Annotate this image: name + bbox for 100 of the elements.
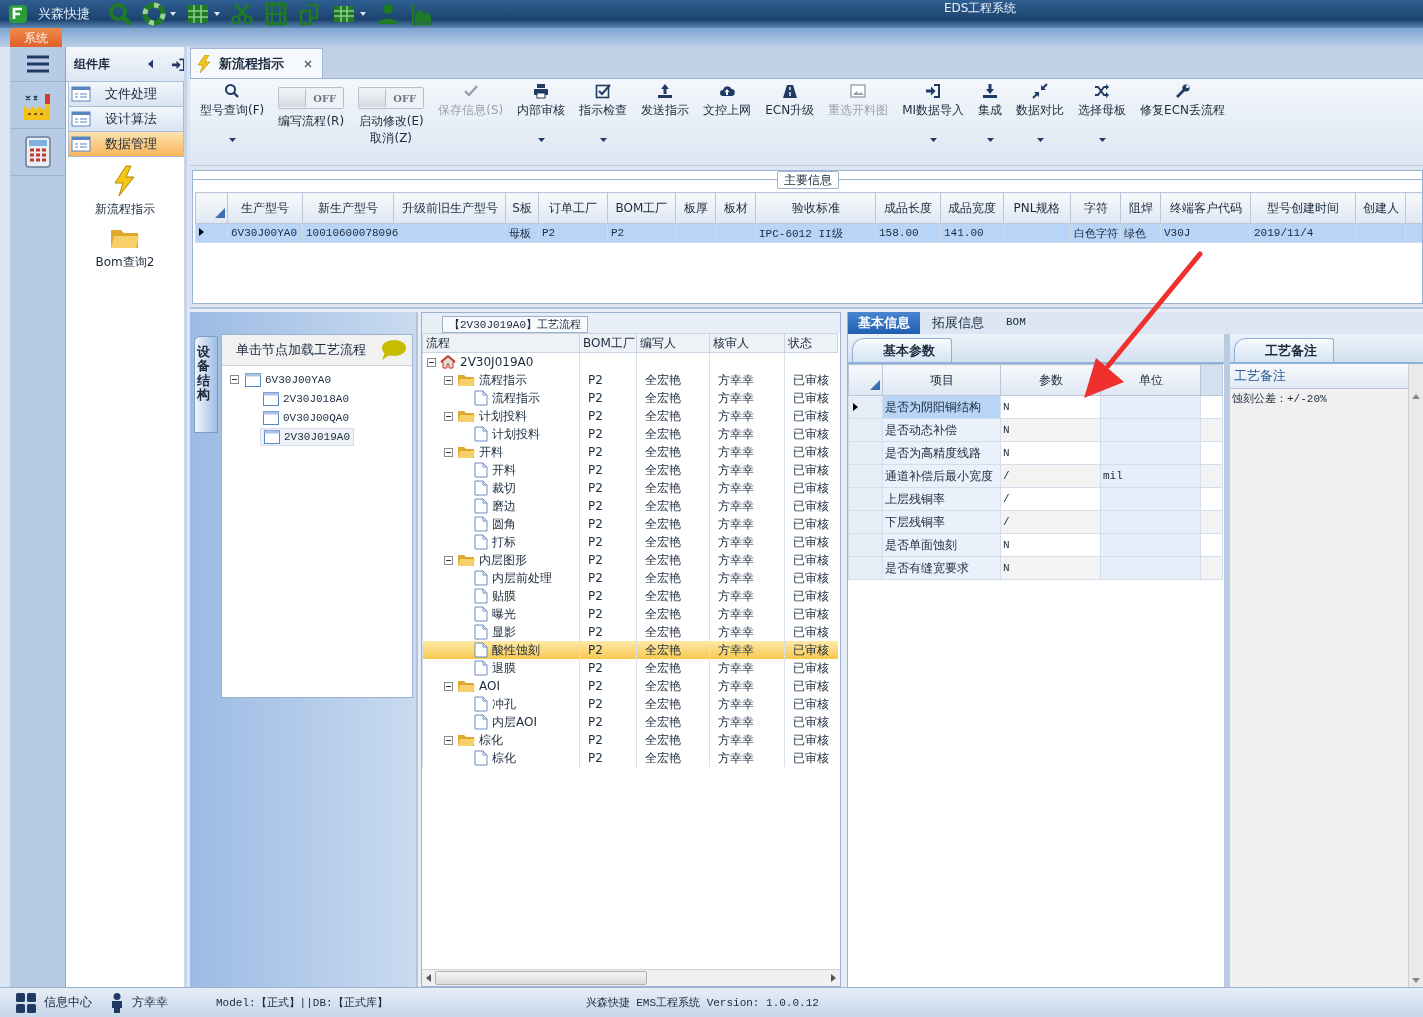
column-header[interactable]: 工艺备注 — [1230, 364, 1408, 389]
tree-node[interactable]: 0V30J00QA0 — [260, 409, 352, 426]
column-header[interactable]: 成品长度 — [875, 192, 941, 224]
dropdown-caret-icon[interactable] — [1036, 138, 1044, 142]
table-cell[interactable]: 上层残铜率 — [882, 487, 1001, 511]
launcher-label[interactable]: 新流程指示 — [95, 201, 155, 218]
ribbon-button[interactable]: 数据对比 — [1010, 83, 1071, 145]
lifebuoy-icon[interactable] — [142, 2, 166, 26]
column-header[interactable]: 流程 — [422, 333, 580, 353]
column-header[interactable]: 字符 — [1070, 192, 1121, 224]
library-group[interactable]: 数据管理 — [68, 132, 184, 157]
scroll-down-icon[interactable] — [1412, 978, 1420, 983]
launcher-label[interactable]: Bom查询2 — [95, 254, 155, 271]
ribbon-button[interactable]: 文控上网 — [697, 83, 758, 145]
column-header[interactable]: 终端客户代码 — [1160, 192, 1251, 224]
tree-row[interactable]: 计划投料 P2 全宏艳 方幸幸 已审核 — [422, 407, 838, 425]
tree-row[interactable]: 计划投料 P2 全宏艳 方幸幸 已审核 — [422, 425, 838, 443]
dropdown-caret-icon[interactable] — [170, 12, 176, 16]
scroll-left-icon[interactable] — [426, 974, 431, 982]
horizontal-scrollbar[interactable] — [422, 969, 840, 986]
table-cell[interactable]: 通道补偿后最小宽度 — [882, 464, 1001, 488]
toggle-switch[interactable]: OFF — [278, 87, 345, 109]
toggle-switch[interactable]: OFF — [358, 87, 425, 109]
table-cell[interactable]: 是否有缝宽要求 — [882, 556, 1001, 580]
tree-row[interactable]: 开料 P2 全宏艳 方幸幸 已审核 — [422, 461, 838, 479]
column-header[interactable]: 状态 — [784, 333, 838, 353]
dropdown-caret-icon[interactable] — [986, 138, 994, 142]
column-header[interactable]: 核审人 — [709, 333, 785, 353]
grid-icon[interactable] — [16, 992, 36, 1013]
column-header[interactable]: 新生产型号 — [302, 192, 394, 224]
collapse-icon[interactable] — [444, 681, 453, 691]
ribbon-button[interactable]: 内部审核 — [511, 83, 572, 145]
tree-row[interactable]: 流程指示 P2 全宏艳 方幸幸 已审核 — [422, 371, 838, 389]
menu-icon[interactable] — [26, 55, 49, 73]
select-all-icon[interactable] — [215, 208, 225, 218]
close-icon[interactable] — [304, 59, 312, 68]
tree-row[interactable]: 贴膜 P2 全宏艳 方幸幸 已审核 — [422, 587, 838, 605]
table-icon[interactable] — [186, 2, 210, 26]
column-header[interactable]: 编写人 — [636, 333, 710, 353]
ribbon-button[interactable]: 发送指示 — [635, 83, 696, 145]
tree-row[interactable]: 打标 P2 全宏艳 方幸幸 已审核 — [422, 533, 838, 551]
ribbon-button[interactable]: 选择母板 — [1072, 83, 1133, 145]
tree-row[interactable]: 内层前处理 P2 全宏艳 方幸幸 已审核 — [422, 569, 838, 587]
dropdown-caret-icon[interactable] — [1098, 138, 1106, 142]
tree-row[interactable]: 棕化 P2 全宏艳 方幸幸 已审核 — [422, 749, 838, 767]
calculator-icon[interactable] — [23, 136, 52, 168]
tree-row[interactable]: 裁切 P2 全宏艳 方幸幸 已审核 — [422, 479, 838, 497]
ribbon-button[interactable]: 指示检查 — [573, 83, 634, 145]
ribbon-button[interactable]: MI数据导入 — [896, 83, 971, 145]
scroll-right-icon[interactable] — [831, 974, 836, 982]
tab[interactable]: 拓展信息 — [922, 312, 994, 334]
dropdown-caret-icon[interactable] — [214, 12, 220, 16]
column-header[interactable]: 型号创建时间 — [1250, 192, 1356, 224]
ribbon-button[interactable]: 集成 — [972, 83, 1009, 145]
tree-row[interactable]: 圆角 P2 全宏艳 方幸幸 已审核 — [422, 515, 838, 533]
column-header[interactable]: 阻焊 — [1120, 192, 1161, 224]
column-header[interactable]: 板材 — [715, 192, 756, 224]
column-header[interactable]: 创建人 — [1355, 192, 1406, 224]
tab[interactable]: 基本参数 — [852, 338, 952, 362]
ribbon-button[interactable]: ECN升级 — [759, 83, 821, 145]
lightning-icon[interactable] — [112, 165, 138, 197]
select-all-icon[interactable] — [870, 380, 880, 390]
collapse-icon[interactable] — [444, 411, 453, 421]
column-header[interactable]: 板厚 — [675, 192, 716, 224]
table-cell[interactable]: 是否单面蚀刻 — [882, 533, 1001, 557]
collapse-icon[interactable] — [444, 447, 453, 457]
tab[interactable]: 基本信息 — [848, 312, 920, 334]
column-header[interactable]: BOM工厂 — [579, 333, 637, 353]
dropdown-caret-icon[interactable] — [228, 138, 236, 142]
tree-row[interactable]: 开料 P2 全宏艳 方幸幸 已审核 — [422, 443, 838, 461]
tree-row[interactable]: 棕化 P2 全宏艳 方幸幸 已审核 — [422, 731, 838, 749]
column-header[interactable]: 生产型号 — [227, 192, 303, 224]
collapse-icon[interactable] — [230, 375, 239, 384]
column-header[interactable]: 验收标准 — [755, 192, 876, 224]
scroll-up-icon[interactable] — [1412, 394, 1420, 399]
ribbon-button[interactable]: 修复ECN丢流程 — [1134, 83, 1232, 145]
table-cell[interactable]: 是否动态补偿 — [882, 418, 1001, 442]
tree-row[interactable]: 酸性蚀刻 P2 全宏艳 方幸幸 已审核 — [422, 641, 838, 659]
status-text[interactable]: 信息中心 — [44, 994, 92, 1011]
library-group[interactable]: 文件处理 — [68, 82, 184, 107]
tree-row[interactable]: AOI P2 全宏艳 方幸幸 已审核 — [422, 677, 838, 695]
library-group[interactable]: 设计算法 — [68, 107, 184, 132]
column-header[interactable]: S板 — [505, 192, 539, 224]
table-cell[interactable]: 下层残铜率 — [882, 510, 1001, 534]
tree-row[interactable]: 冲孔 P2 全宏艳 方幸幸 已审核 — [422, 695, 838, 713]
dropdown-caret-icon[interactable] — [929, 138, 937, 142]
side-tab[interactable]: 设备结构 — [194, 336, 218, 434]
tree-row[interactable]: 内层图形 P2 全宏艳 方幸幸 已审核 — [422, 551, 838, 569]
dropdown-caret-icon[interactable] — [599, 138, 607, 142]
scroll-thumb[interactable] — [435, 971, 647, 985]
dropdown-caret-icon[interactable] — [537, 138, 545, 142]
collapse-icon[interactable] — [444, 375, 453, 385]
column-header[interactable]: 成品宽度 — [940, 192, 1004, 224]
dropdown-caret-icon[interactable] — [360, 12, 366, 16]
tree-row[interactable]: 退膜 P2 全宏艳 方幸幸 已审核 — [422, 659, 838, 677]
column-header[interactable]: 订单工厂 — [538, 192, 608, 224]
vertical-scrollbar[interactable] — [1408, 364, 1423, 987]
tree-row[interactable]: 流程指示 P2 全宏艳 方幸幸 已审核 — [422, 389, 838, 407]
tab[interactable]: BOM — [996, 312, 1036, 334]
tab[interactable]: 工艺备注 — [1234, 338, 1334, 362]
